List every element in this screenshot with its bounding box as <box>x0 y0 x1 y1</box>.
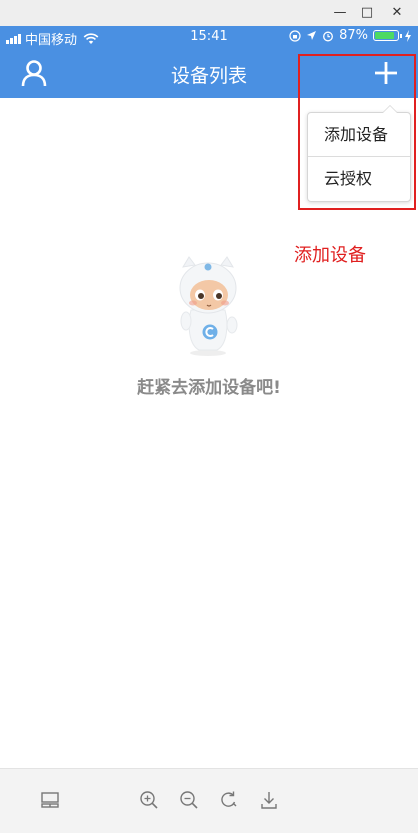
close-button[interactable]: ✕ <box>386 3 408 23</box>
orientation-lock-icon <box>289 29 301 42</box>
mascot-illustration <box>179 256 238 356</box>
minimize-button[interactable]: — <box>329 3 351 23</box>
rotate-icon[interactable] <box>219 790 239 810</box>
annotation-label: 添加设备 <box>294 245 366 266</box>
bottom-toolbar <box>0 768 418 833</box>
download-icon[interactable] <box>259 790 279 810</box>
location-icon <box>307 31 317 40</box>
zoom-in-icon[interactable] <box>139 790 159 810</box>
battery-percent: 87% <box>339 28 368 43</box>
status-bar: 中国移动 15:41 87% <box>0 26 418 48</box>
charging-icon <box>405 29 411 42</box>
battery-icon <box>373 30 402 41</box>
alarm-icon <box>323 31 334 41</box>
window-title-bar: — □ ✕ <box>0 0 418 26</box>
zoom-out-icon[interactable] <box>179 790 199 810</box>
empty-state-message: 赶紧去添加设备吧! <box>137 378 281 398</box>
highlight-box <box>298 54 416 210</box>
layout-icon[interactable] <box>40 790 60 810</box>
maximize-button[interactable]: □ <box>356 3 378 23</box>
